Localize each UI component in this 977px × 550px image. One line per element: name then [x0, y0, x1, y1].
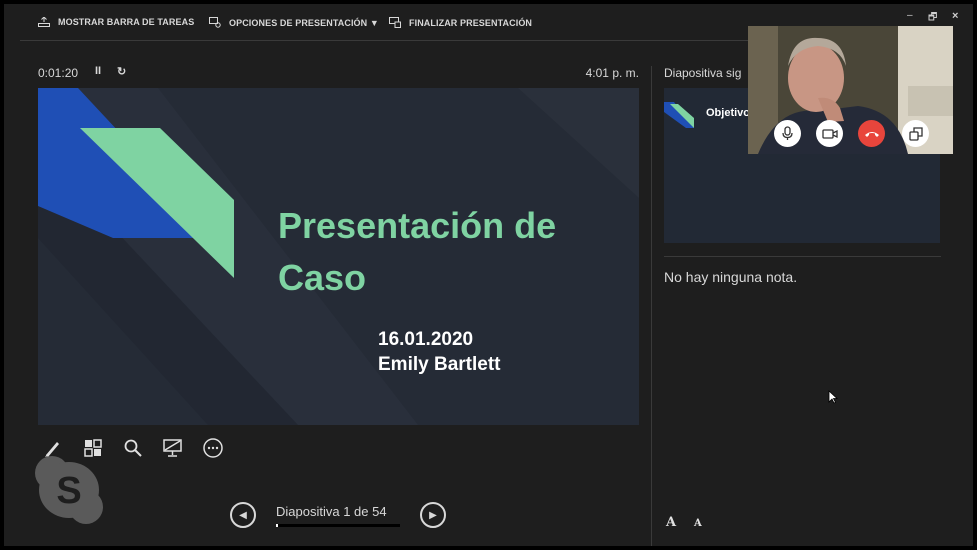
end-presentation-button[interactable]: FINALIZAR PRESENTACIÓN: [389, 17, 532, 28]
previous-slide-button[interactable]: ◀: [230, 502, 256, 528]
panel-divider[interactable]: [651, 66, 652, 546]
slide-author: Emily Bartlett: [378, 354, 501, 375]
video-call-window[interactable]: [748, 26, 953, 154]
previous-icon: ◀: [239, 509, 247, 521]
minimize-button[interactable]: –: [907, 10, 913, 21]
show-taskbar-label: MOSTRAR BARRA DE TAREAS: [58, 17, 195, 27]
notes-divider: [664, 256, 941, 257]
close-button[interactable]: ×: [952, 10, 958, 22]
current-slide[interactable]: Presentación de Caso 16.01.2020 Emily Ba…: [38, 88, 639, 425]
end-presentation-label: FINALIZAR PRESENTACIÓN: [409, 17, 533, 28]
elapsed-timer: 0:01:20: [38, 66, 79, 80]
next-slide-decoration: [664, 102, 694, 128]
taskbar-icon: [38, 17, 50, 27]
next-icon: ▶: [429, 509, 437, 521]
increase-font-button[interactable]: A: [666, 515, 676, 530]
skype-logo-icon: S: [35, 456, 103, 524]
svg-text:S: S: [56, 470, 81, 512]
end-slideshow-icon: [389, 17, 401, 28]
next-slide-title: Objetivo: [706, 107, 751, 119]
restore-button[interactable]: 🗗: [928, 10, 937, 27]
pause-timer-button[interactable]: II: [95, 65, 101, 77]
next-slide-label: Diapositiva sig: [664, 66, 742, 80]
hang-up-icon[interactable]: [858, 120, 885, 147]
mouse-cursor-icon: [828, 390, 838, 404]
speaker-notes: No hay ninguna nota.: [664, 269, 798, 285]
next-slide-button[interactable]: ▶: [420, 502, 446, 528]
presentation-options-label: OPCIONES DE PRESENTACIÓN ▼: [229, 17, 379, 28]
slide-title: Presentación de Caso: [278, 205, 557, 298]
zoom-icon[interactable]: [120, 435, 146, 461]
presentation-options-button[interactable]: OPCIONES DE PRESENTACIÓN ▼: [209, 17, 379, 28]
slide-subtitle: 16.01.2020 Emily Bartlett: [378, 327, 500, 377]
slide-progress-bar: [276, 524, 400, 527]
clock: 4:01 p. m.: [585, 66, 639, 80]
show-taskbar-button[interactable]: MOSTRAR BARRA DE TAREAS: [38, 17, 194, 27]
black-screen-icon[interactable]: [160, 435, 186, 461]
video-camera-icon[interactable]: [816, 120, 843, 147]
microphone-icon[interactable]: [774, 120, 801, 147]
options-icon: [209, 17, 221, 28]
slide-counter: Diapositiva 1 de 54: [276, 504, 387, 519]
reset-timer-button[interactable]: ↻: [117, 65, 126, 78]
presenter-view: MOSTRAR BARRA DE TAREAS OPCIONES DE PRES…: [4, 4, 973, 546]
slide-progress-fill: [276, 524, 279, 527]
switch-window-icon[interactable]: [902, 120, 929, 147]
decrease-font-button[interactable]: A: [694, 518, 702, 529]
slide-date: 16.01.2020: [378, 329, 474, 350]
more-options-icon[interactable]: [200, 435, 226, 461]
